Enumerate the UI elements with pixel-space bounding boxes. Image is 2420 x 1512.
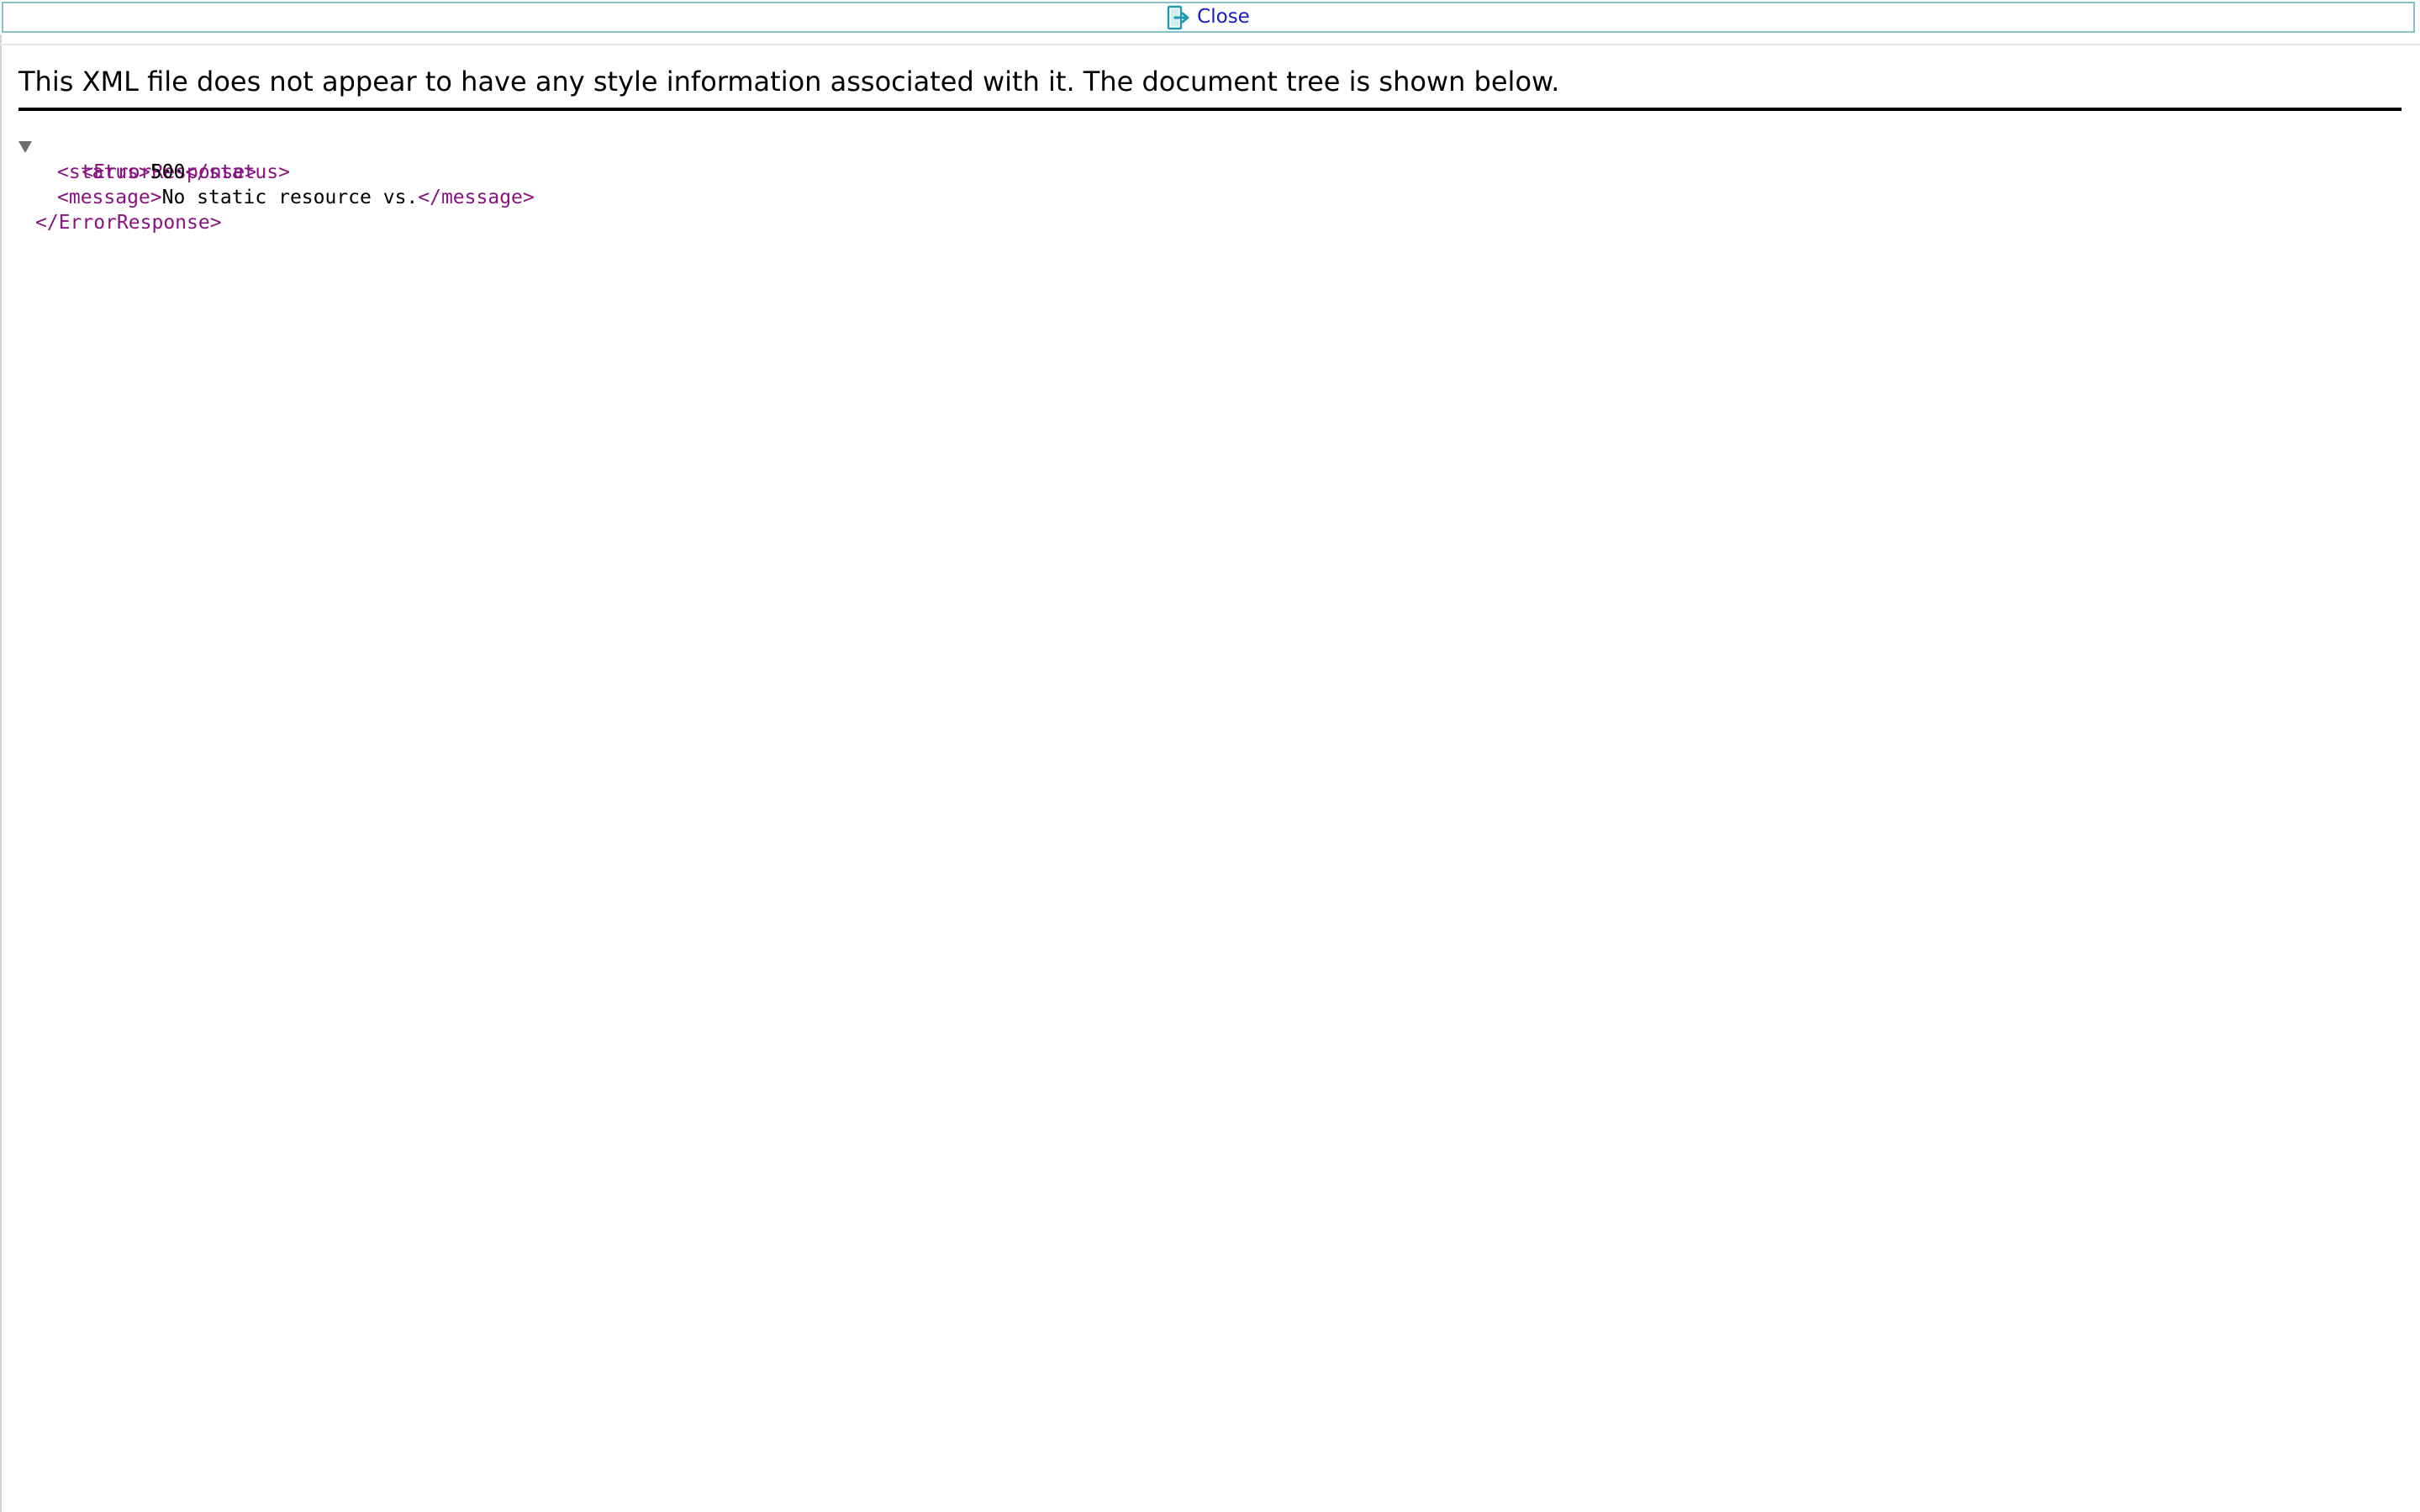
xml-document-tree: <ErrorResponse> <status>500</status> <me… [18, 134, 535, 235]
close-bar: Close [2, 2, 2415, 33]
xml-root-close-tag: </ErrorResponse> [35, 212, 222, 234]
xml-status-open-tag: <status> [57, 161, 150, 183]
xml-node-status: <status>500</status> [18, 160, 535, 185]
xml-message-value: No static resource vs. [161, 187, 419, 208]
window-left-edge [0, 34, 2, 1512]
xml-root-close-line: </ErrorResponse> [18, 210, 535, 235]
exit-icon [1167, 5, 1190, 30]
close-label: Close [1197, 6, 1250, 28]
notice-divider [18, 108, 2402, 111]
xml-message-close-tag: </message> [418, 187, 535, 208]
xml-status-value: 500 [150, 161, 186, 183]
xml-message-open-tag: <message> [57, 187, 162, 208]
xml-node-message: <message>No static resource vs.</message… [18, 185, 535, 210]
collapse-triangle-icon[interactable] [18, 141, 32, 153]
toolbar-separator [0, 44, 2420, 45]
close-button[interactable]: Close [1167, 5, 1250, 30]
xml-root-open-line: <ErrorResponse> [18, 134, 535, 183]
xml-status-close-tag: </status> [185, 161, 290, 183]
xml-style-notice: This XML file does not appear to have an… [18, 66, 1560, 97]
